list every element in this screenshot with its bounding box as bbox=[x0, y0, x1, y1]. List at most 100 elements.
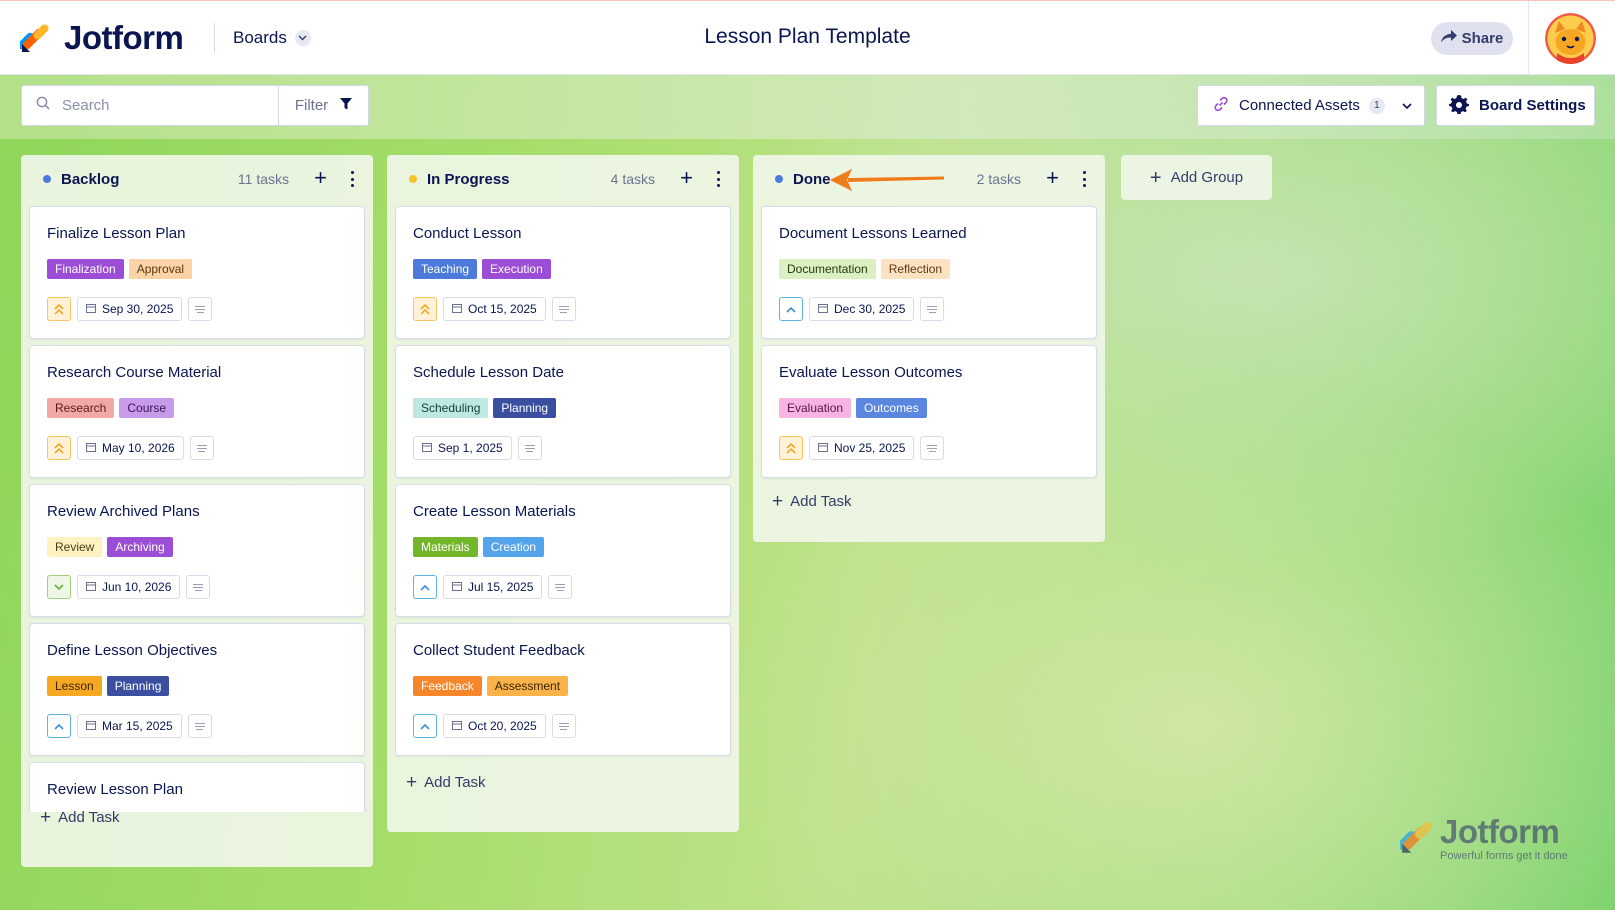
task-card[interactable]: Review Archived Plans Review Archiving J… bbox=[29, 484, 365, 617]
due-date-chip[interactable]: May 10, 2026 bbox=[77, 436, 184, 460]
share-button[interactable]: Share bbox=[1431, 22, 1513, 55]
task-card[interactable]: Define Lesson Objectives Lesson Planning… bbox=[29, 623, 365, 756]
tag-label: Assessment bbox=[486, 676, 569, 696]
jotform-watermark: Jotform Powerful forms get it done bbox=[1400, 813, 1580, 865]
boards-label: Boards bbox=[233, 28, 287, 47]
watermark-tagline: Powerful forms get it done bbox=[1440, 850, 1568, 862]
due-date-chip[interactable]: Nov 25, 2025 bbox=[809, 436, 915, 460]
priority-high-icon[interactable] bbox=[47, 436, 71, 460]
tag-label: Execution bbox=[482, 259, 551, 279]
priority-low-icon[interactable] bbox=[47, 575, 71, 599]
calendar-icon bbox=[422, 441, 432, 455]
task-card[interactable]: Document Lessons Learned Documentation R… bbox=[761, 206, 1097, 339]
notes-icon[interactable] bbox=[186, 575, 211, 599]
top-header: Jotform Boards Lesson Plan Template Shar… bbox=[0, 0, 1615, 75]
due-date-chip[interactable]: Oct 20, 2025 bbox=[443, 714, 546, 738]
notes-icon[interactable] bbox=[920, 436, 945, 460]
tag-label: Reflection bbox=[880, 259, 951, 279]
tag-label: Lesson bbox=[47, 676, 102, 696]
task-card[interactable]: Collect Student Feedback Feedback Assess… bbox=[395, 623, 731, 756]
notes-icon[interactable] bbox=[517, 436, 542, 460]
column-header: In Progress 4 tasks + bbox=[387, 155, 739, 203]
calendar-icon bbox=[86, 580, 96, 594]
column-title[interactable]: Done bbox=[793, 171, 831, 188]
more-options-icon[interactable] bbox=[1079, 169, 1089, 189]
add-group-label: Add Group bbox=[1170, 169, 1244, 186]
add-card-icon[interactable]: + bbox=[680, 167, 693, 189]
task-card[interactable]: Create Lesson Materials Materials Creati… bbox=[395, 484, 731, 617]
tag-label: Evaluation bbox=[779, 398, 852, 418]
notes-icon[interactable] bbox=[188, 297, 213, 321]
task-card[interactable]: Finalize Lesson Plan Finalization Approv… bbox=[29, 206, 365, 339]
due-date: Sep 30, 2025 bbox=[102, 302, 174, 316]
filter-funnel-icon bbox=[340, 97, 353, 114]
filter-button[interactable]: Filter bbox=[279, 86, 368, 125]
priority-medium-icon[interactable] bbox=[413, 575, 437, 599]
task-card[interactable]: Conduct Lesson Teaching Execution Oct 15… bbox=[395, 206, 731, 339]
task-card[interactable]: Research Course Material Research Course… bbox=[29, 345, 365, 478]
search-box: Filter bbox=[21, 85, 369, 126]
due-date-chip[interactable]: Oct 15, 2025 bbox=[443, 297, 546, 321]
notes-icon[interactable] bbox=[551, 297, 576, 321]
priority-medium-icon[interactable] bbox=[47, 714, 71, 738]
card-title: Document Lessons Learned bbox=[779, 225, 967, 242]
priority-medium-icon[interactable] bbox=[779, 297, 803, 321]
add-task-label: Add Task bbox=[424, 774, 486, 791]
column-title[interactable]: In Progress bbox=[427, 171, 510, 188]
tag-label: Planning bbox=[493, 398, 557, 418]
due-date-chip[interactable]: Jun 10, 2026 bbox=[77, 575, 181, 599]
due-date-chip[interactable]: Sep 30, 2025 bbox=[77, 297, 183, 321]
user-avatar[interactable] bbox=[1545, 13, 1596, 64]
filter-label: Filter bbox=[294, 97, 329, 114]
header-divider bbox=[1528, 1, 1529, 75]
task-card[interactable]: Schedule Lesson Date Scheduling Planning… bbox=[395, 345, 731, 478]
column-in-progress: In Progress 4 tasks + Conduct Lesson Tea… bbox=[387, 155, 739, 832]
connected-assets-count: 1 bbox=[1368, 97, 1385, 114]
jotform-logo[interactable]: Jotform bbox=[17, 19, 184, 57]
task-card[interactable]: Review Lesson Plan bbox=[29, 762, 365, 812]
calendar-icon bbox=[818, 441, 828, 455]
column-status-dot bbox=[409, 175, 417, 183]
card-title: Conduct Lesson bbox=[413, 225, 522, 242]
add-group-button[interactable]: + Add Group bbox=[1121, 155, 1272, 200]
notes-icon[interactable] bbox=[920, 297, 945, 321]
due-date-chip[interactable]: Dec 30, 2025 bbox=[809, 297, 915, 321]
priority-high-icon[interactable] bbox=[413, 297, 437, 321]
add-task-button[interactable]: + Add Task bbox=[406, 773, 486, 792]
card-title: Schedule Lesson Date bbox=[413, 364, 564, 381]
priority-high-icon[interactable] bbox=[47, 297, 71, 321]
add-task-label: Add Task bbox=[790, 493, 852, 510]
task-card[interactable]: Evaluate Lesson Outcomes Evaluation Outc… bbox=[761, 345, 1097, 478]
notes-icon[interactable] bbox=[189, 436, 214, 460]
more-options-icon[interactable] bbox=[713, 169, 723, 189]
add-card-icon[interactable]: + bbox=[1046, 167, 1059, 189]
share-label: Share bbox=[1461, 30, 1504, 47]
gear-icon bbox=[1449, 94, 1469, 118]
notes-icon[interactable] bbox=[187, 714, 212, 738]
tag-label: Creation bbox=[482, 537, 545, 557]
chevron-down-icon bbox=[294, 30, 311, 46]
board-settings-label: Board Settings bbox=[1479, 97, 1586, 114]
link-icon bbox=[1212, 95, 1230, 117]
due-date: Dec 30, 2025 bbox=[834, 302, 906, 316]
tag-label: Teaching bbox=[413, 259, 478, 279]
due-date: Mar 15, 2025 bbox=[102, 719, 173, 733]
add-task-button[interactable]: + Add Task bbox=[772, 492, 852, 511]
due-date-chip[interactable]: Jul 15, 2025 bbox=[443, 575, 543, 599]
due-date-chip[interactable]: Mar 15, 2025 bbox=[77, 714, 182, 738]
add-task-button[interactable]: + Add Task bbox=[40, 808, 120, 827]
boards-dropdown[interactable]: Boards bbox=[214, 23, 311, 53]
calendar-icon bbox=[452, 302, 462, 316]
card-title: Research Course Material bbox=[47, 364, 222, 381]
add-task-label: Add Task bbox=[58, 809, 120, 826]
connected-assets-button[interactable]: Connected Assets 1 bbox=[1197, 85, 1425, 126]
notes-icon[interactable] bbox=[548, 575, 573, 599]
board-settings-button[interactable]: Board Settings bbox=[1436, 85, 1595, 126]
priority-high-icon[interactable] bbox=[779, 436, 803, 460]
notes-icon[interactable] bbox=[551, 714, 576, 738]
due-date-chip[interactable]: Sep 1, 2025 bbox=[413, 436, 512, 460]
search-input[interactable] bbox=[62, 97, 262, 114]
priority-medium-icon[interactable] bbox=[413, 714, 437, 738]
card-title: Evaluate Lesson Outcomes bbox=[779, 364, 963, 381]
tag-label: Research bbox=[47, 398, 115, 418]
